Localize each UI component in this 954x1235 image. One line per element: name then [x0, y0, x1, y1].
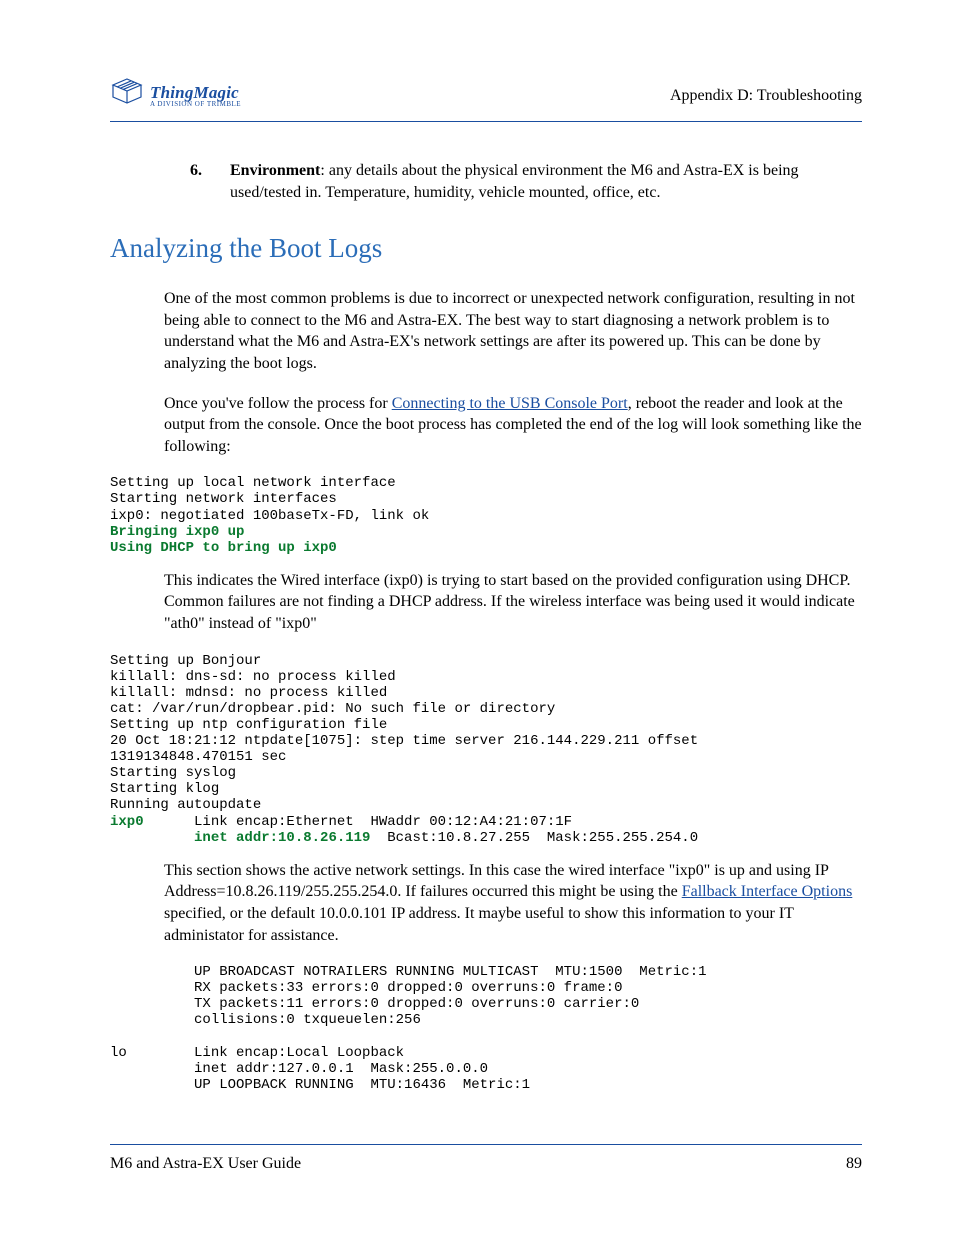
page: ThingMagic A DIVISION OF TRIMBLE Appendi… — [0, 0, 954, 1235]
page-footer: M6 and Astra-EX User Guide 89 — [110, 1144, 862, 1173]
code2-plain: Setting up Bonjour killall: dns-sd: no p… — [110, 653, 698, 814]
code2-indent — [110, 830, 194, 846]
code2-inet-rest: Bcast:10.8.27.255 Mask:255.255.254.0 — [370, 830, 698, 846]
paragraph-process: Once you've follow the process for Conne… — [164, 393, 862, 458]
header-appendix-label: Appendix D: Troubleshooting — [670, 87, 862, 105]
para2-a: Once you've follow the process for — [164, 395, 392, 412]
logo-brand: ThingMagic — [150, 84, 241, 101]
code1-plain: Setting up local network interface Start… — [110, 475, 429, 523]
para4-b: specified, or the default 10.0.0.101 IP … — [164, 905, 794, 944]
code-block-3: UP BROADCAST NOTRAILERS RUNNING MULTICAS… — [110, 964, 862, 1093]
list-item-environment: 6. Environment: any details about the ph… — [190, 160, 862, 203]
list-number: 6. — [190, 160, 230, 203]
section-heading: Analyzing the Boot Logs — [110, 233, 862, 264]
code2-inet: inet addr:10.8.26.119 — [194, 830, 370, 846]
logo: ThingMagic A DIVISION OF TRIMBLE — [110, 78, 241, 113]
link-fallback-options[interactable]: Fallback Interface Options — [682, 883, 853, 900]
logo-tagline: A DIVISION OF TRIMBLE — [150, 101, 241, 108]
logo-text: ThingMagic A DIVISION OF TRIMBLE — [150, 84, 241, 108]
logo-icon — [110, 78, 144, 113]
list-content: Environment: any details about the physi… — [230, 160, 862, 203]
code2-line-rest: Link encap:Ethernet HWaddr 00:12:A4:21:0… — [144, 814, 572, 830]
paragraph-wired: This indicates the Wired interface (ixp0… — [164, 570, 862, 635]
code2-iface: ixp0 — [110, 814, 144, 830]
code-block-1: Setting up local network interface Start… — [110, 475, 862, 555]
footer-title: M6 and Astra-EX User Guide — [110, 1155, 301, 1173]
code1-highlight: Bringing ixp0 up Using DHCP to bring up … — [110, 524, 337, 556]
footer-page-number: 89 — [846, 1155, 862, 1173]
code-block-2: Setting up Bonjour killall: dns-sd: no p… — [110, 653, 862, 846]
link-usb-console[interactable]: Connecting to the USB Console Port — [392, 395, 628, 412]
paragraph-network-settings: This section shows the active network se… — [164, 860, 862, 946]
list-bold: Environment — [230, 162, 320, 179]
paragraph-intro: One of the most common problems is due t… — [164, 288, 862, 374]
page-header: ThingMagic A DIVISION OF TRIMBLE Appendi… — [110, 78, 862, 122]
